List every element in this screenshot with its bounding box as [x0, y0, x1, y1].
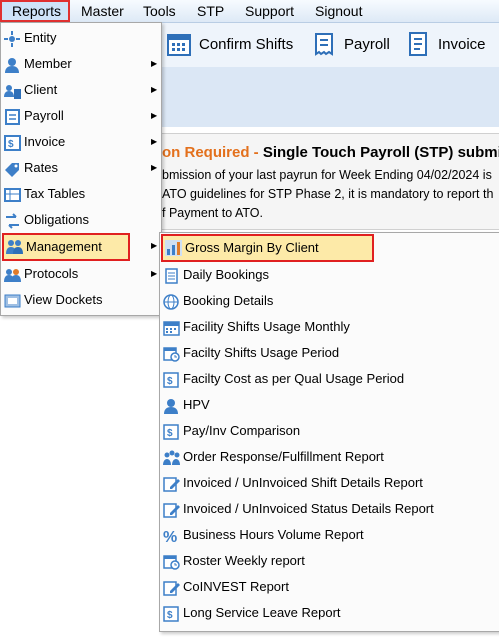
- invoice-icon: $: [4, 134, 21, 151]
- reports-item-protocols[interactable]: Protocols ▶: [1, 261, 161, 287]
- mgmt-item-facilty-cost-qual-usage[interactable]: $ Facilty Cost as per Qual Usage Period: [160, 366, 499, 392]
- protocols-icon: [4, 266, 21, 282]
- management-icon: [6, 239, 23, 255]
- edit-icon: [163, 579, 180, 596]
- confirm-shifts-button[interactable]: Confirm Shifts: [166, 26, 293, 62]
- notice-title-main: Single Touch Payroll (STP) submiss: [262, 144, 499, 161]
- invoice-icon: [405, 31, 431, 57]
- reports-item-obligations[interactable]: Obligations: [1, 207, 161, 233]
- submenu-arrow-icon: ▶: [151, 269, 158, 278]
- reports-item-view-dockets[interactable]: View Dockets: [1, 287, 161, 313]
- reports-item-member[interactable]: Member ▶: [1, 51, 161, 77]
- money-icon: $: [163, 371, 180, 388]
- money-icon: $: [163, 605, 180, 622]
- payroll-button[interactable]: Payroll: [311, 26, 390, 62]
- mgmt-item-facilty-shifts-usage-period[interactable]: Facilty Shifts Usage Period: [160, 340, 499, 366]
- confirm-shifts-label: Confirm Shifts: [199, 35, 294, 53]
- payroll-icon: [4, 108, 21, 125]
- notice-title-prefix: on Required -: [162, 144, 263, 161]
- globe-icon: [163, 293, 180, 310]
- svg-text:$: $: [167, 376, 173, 387]
- rates-icon: [4, 160, 21, 177]
- menu-bar: Reports Master Tools STP Support Signout: [0, 0, 499, 23]
- menu-tools[interactable]: Tools: [143, 0, 176, 22]
- person-icon: [163, 397, 180, 414]
- mgmt-item-facility-shifts-usage-monthly[interactable]: Facility Shifts Usage Monthly: [160, 314, 499, 340]
- menu-signout[interactable]: Signout: [315, 0, 362, 22]
- menu-stp[interactable]: STP: [197, 0, 224, 22]
- submenu-arrow-icon: ▶: [151, 163, 158, 172]
- notice-title: on Required - Single Touch Payroll (STP)…: [162, 144, 499, 161]
- notice-line-1: bmission of your last payrun for Week En…: [162, 168, 492, 182]
- payroll-label: Payroll: [344, 35, 390, 53]
- dockets-icon: [4, 292, 21, 308]
- reports-item-invoice[interactable]: $ Invoice ▶: [1, 129, 161, 155]
- svg-text:$: $: [8, 139, 14, 150]
- invoice-label: Invoice: [438, 35, 486, 53]
- mgmt-item-hpv[interactable]: HPV: [160, 392, 499, 418]
- reports-item-tax-tables[interactable]: Tax Tables: [1, 181, 161, 207]
- calendar-icon: [163, 319, 180, 336]
- calendar-icon: [166, 31, 192, 57]
- reports-item-rates[interactable]: Rates ▶: [1, 155, 161, 181]
- mgmt-item-invoiced-shift-details[interactable]: Invoiced / UnInvoiced Shift Details Repo…: [160, 470, 499, 496]
- notice-line-2: ATO guidelines for STP Phase 2, it is ma…: [162, 187, 494, 201]
- edit-icon: [163, 501, 180, 518]
- chart-icon: [165, 240, 182, 256]
- invoice-button[interactable]: Invoice: [405, 26, 486, 62]
- management-submenu: Gross Margin By Client Daily Bookings Bo…: [159, 232, 499, 632]
- submenu-arrow-icon: ▶: [151, 59, 158, 68]
- tax-tables-icon: [4, 186, 21, 202]
- reports-item-payroll[interactable]: Payroll ▶: [1, 103, 161, 129]
- submenu-arrow-icon: ▶: [151, 137, 158, 146]
- menu-support[interactable]: Support: [245, 0, 294, 22]
- mgmt-item-gross-margin-by-client[interactable]: Gross Margin By Client: [161, 234, 374, 262]
- payroll-icon: [311, 31, 337, 57]
- entity-icon: [4, 30, 21, 47]
- mgmt-item-pay-inv-comparison[interactable]: $ Pay/Inv Comparison: [160, 418, 499, 444]
- people-icon: [163, 449, 180, 465]
- reports-item-management[interactable]: Management: [2, 233, 130, 261]
- mgmt-item-order-response-fulfillment[interactable]: Order Response/Fulfillment Report: [160, 444, 499, 470]
- edit-icon: [163, 475, 180, 492]
- calendar-clock-icon: [163, 553, 180, 570]
- reports-item-entity[interactable]: Entity: [1, 25, 161, 51]
- submenu-arrow-icon: ▶: [151, 241, 158, 250]
- svg-text:$: $: [167, 428, 173, 439]
- mgmt-item-business-hours-volume[interactable]: % Business Hours Volume Report: [160, 522, 499, 548]
- reports-item-client[interactable]: Client ▶: [1, 77, 161, 103]
- notice-line-3: f Payment to ATO.: [162, 206, 263, 220]
- submenu-arrow-icon: ▶: [151, 85, 158, 94]
- mgmt-item-invoiced-status-details[interactable]: Invoiced / UnInvoiced Status Details Rep…: [160, 496, 499, 522]
- obligations-icon: [4, 212, 21, 229]
- mgmt-item-coinvest-report[interactable]: CoINVEST Report: [160, 574, 499, 600]
- mgmt-item-daily-bookings[interactable]: Daily Bookings: [160, 262, 499, 288]
- submenu-arrow-icon: ▶: [151, 111, 158, 120]
- client-icon: [4, 82, 21, 99]
- document-icon: [163, 267, 180, 284]
- mgmt-item-long-service-leave[interactable]: $ Long Service Leave Report: [160, 600, 499, 626]
- percent-icon: %: [163, 527, 180, 546]
- mgmt-item-booking-details[interactable]: Booking Details: [160, 288, 499, 314]
- svg-text:$: $: [167, 610, 173, 621]
- mgmt-item-roster-weekly[interactable]: Roster Weekly report: [160, 548, 499, 574]
- member-icon: [4, 56, 21, 73]
- reports-menu: Entity Member ▶ Client ▶ Payroll ▶ $ Inv…: [0, 22, 162, 316]
- menu-reports[interactable]: Reports: [0, 0, 70, 22]
- money-icon: $: [163, 423, 180, 440]
- menu-master[interactable]: Master: [81, 0, 124, 22]
- svg-text:%: %: [163, 529, 177, 544]
- calendar-clock-icon: [163, 345, 180, 362]
